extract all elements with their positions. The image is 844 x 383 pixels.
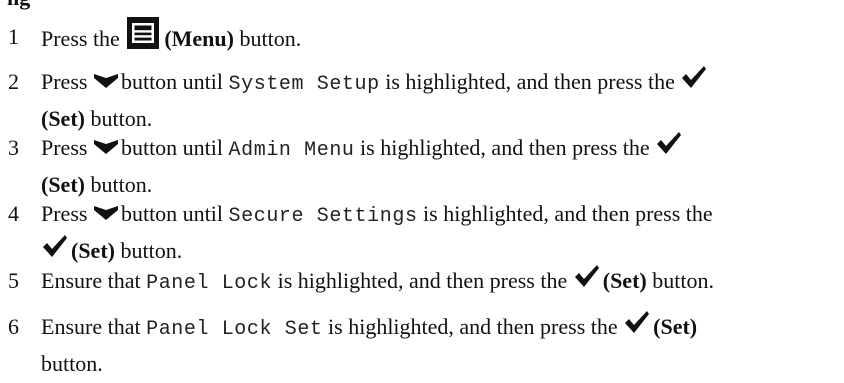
step-number: 2: [8, 69, 19, 94]
step-number: 3: [8, 135, 19, 160]
step-number: 6: [8, 314, 19, 339]
step-text-before: Press: [41, 201, 88, 226]
step-text-before: Press: [41, 69, 88, 94]
down-arrow-icon: [93, 65, 119, 99]
step-text: Press the (Menu) button.: [41, 17, 841, 62]
menu-item-name: Panel Lock Set: [146, 318, 323, 341]
check-icon: [656, 131, 682, 165]
step-text-after: button.: [41, 351, 103, 376]
menu-item-name: Admin Menu: [228, 139, 355, 162]
step-text: Ensure that Panel Lock Set is highlighte…: [41, 310, 841, 381]
step-text-middle: is highlighted, and then press the: [277, 268, 568, 293]
step-text-middle: is highlighted, and then press the: [328, 314, 618, 339]
step-text: Ensure that Panel Lock is highlighted, a…: [41, 264, 841, 301]
step-text-after-arrow: button until: [120, 201, 224, 226]
menu-icon: [127, 17, 160, 59]
step-text-after-arrow: button until: [120, 69, 224, 94]
down-arrow-icon: [93, 197, 119, 231]
check-icon: [624, 310, 650, 344]
step-number: 1: [8, 24, 19, 49]
step-text-after: button.: [239, 26, 302, 52]
down-arrow-icon: [93, 131, 119, 165]
menu-item-name: System Setup: [228, 73, 380, 96]
step-text-middle: is highlighted, and then press the: [385, 69, 675, 94]
step-number: 4: [8, 201, 19, 226]
step-text-before: Ensure that: [41, 268, 141, 293]
step-text-before: Ensure that: [41, 314, 141, 339]
step-text-before: Press the: [41, 26, 120, 52]
step-text: Press button until Secure Settings is hi…: [41, 197, 841, 270]
check-icon: [574, 264, 600, 298]
step-text-after: button.: [120, 238, 183, 263]
check-icon: [42, 234, 68, 268]
step-text-after-arrow: button until: [120, 135, 224, 160]
step-text: Press button until System Setup is highl…: [41, 65, 841, 136]
step-text-middle: is highlighted, and then press the: [360, 135, 650, 160]
menu-item-name: Panel Lock: [146, 272, 273, 295]
step-text-middle: is highlighted, and then press the: [423, 201, 713, 226]
step-text-after: button.: [90, 172, 153, 197]
button-label: (Set): [41, 106, 85, 131]
section-heading-fragment: ng: [7, 0, 30, 9]
menu-item-name: Secure Settings: [228, 205, 418, 228]
check-icon: [681, 65, 707, 99]
button-label: (Set): [653, 314, 698, 339]
step-number: 5: [8, 268, 19, 293]
instruction-document: ng 1 Press the (Menu) button. 2 Press: [0, 0, 844, 383]
button-label: (Set): [71, 238, 115, 263]
button-label: (Set): [41, 172, 85, 197]
step-text-before: Press: [41, 135, 88, 160]
step-text: Press button until Admin Menu is highlig…: [41, 131, 841, 202]
step-text-after: button.: [652, 268, 714, 293]
button-label: (Menu): [164, 26, 234, 52]
step-text-after: button.: [90, 106, 153, 131]
button-label: (Set): [602, 268, 647, 293]
